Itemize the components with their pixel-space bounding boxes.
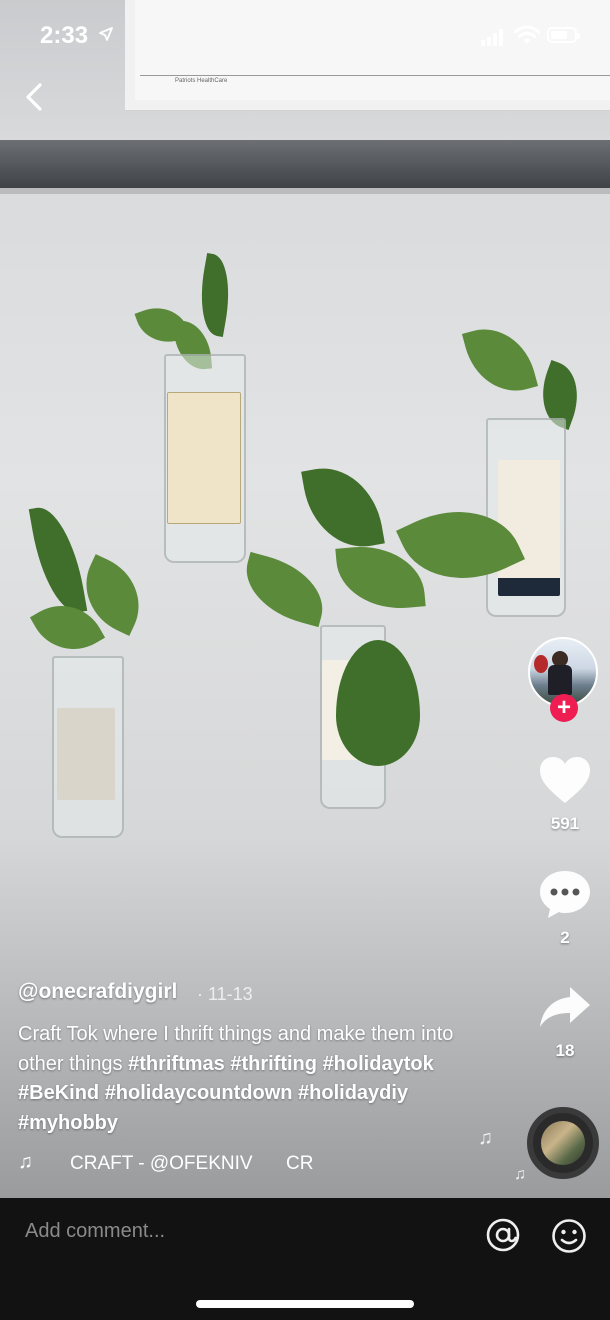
hashtag[interactable]: #holidaycountdown bbox=[105, 1082, 293, 1104]
video-glass-label bbox=[57, 708, 115, 800]
music-note-icon: ♫ bbox=[478, 1127, 493, 1149]
comment-input[interactable]: Add comment... bbox=[25, 1220, 165, 1243]
music-note-icon: ♫ bbox=[514, 1166, 526, 1183]
like-heart-icon[interactable] bbox=[538, 755, 592, 805]
wifi-icon bbox=[514, 25, 540, 44]
follow-button[interactable]: + bbox=[550, 694, 578, 722]
like-count: 591 bbox=[550, 814, 580, 833]
comment-bubble-icon[interactable] bbox=[538, 868, 592, 920]
video-fridge-edge bbox=[0, 140, 610, 188]
battery-icon bbox=[547, 27, 580, 43]
status-bar: 2:33 bbox=[0, 0, 610, 70]
video-paper-text: Patriots HealthCare bbox=[175, 78, 228, 84]
post-caption: Craft Tok where I thrift things and make… bbox=[18, 1020, 478, 1138]
emoji-icon[interactable] bbox=[551, 1218, 587, 1254]
post-date: · 11-13 bbox=[197, 984, 253, 1004]
share-count: 18 bbox=[555, 1041, 575, 1060]
video-glass-label bbox=[498, 460, 560, 596]
video-leaf bbox=[193, 253, 237, 337]
music-ticker[interactable]: ♫ CRAFT - @OFEKNIV CR bbox=[18, 1151, 318, 1179]
signal-icon bbox=[481, 28, 505, 46]
hashtag[interactable]: #thriftmas bbox=[128, 1053, 225, 1075]
video-leaf bbox=[461, 318, 539, 402]
video-player[interactable]: Patriots HealthCare bbox=[0, 0, 610, 1198]
video-glass-label bbox=[167, 392, 241, 524]
video-fridge-lip bbox=[0, 188, 610, 194]
hashtag[interactable]: #thrifting bbox=[230, 1053, 317, 1075]
hashtag[interactable]: #holidaydiy bbox=[298, 1082, 408, 1104]
video-leaf bbox=[28, 502, 88, 618]
music-disc[interactable] bbox=[527, 1107, 599, 1179]
hashtag[interactable]: #BeKind bbox=[18, 1082, 99, 1104]
video-leaf bbox=[301, 459, 385, 556]
video-paper-line bbox=[140, 75, 610, 76]
video-leaf bbox=[236, 551, 333, 628]
music-title-repeat: CR bbox=[286, 1153, 314, 1174]
music-note-icon: ♫ bbox=[18, 1151, 33, 1173]
hashtag[interactable]: #holidaytok bbox=[323, 1053, 434, 1075]
mention-at-icon[interactable] bbox=[486, 1218, 520, 1252]
comment-count: 2 bbox=[560, 928, 570, 947]
hashtag[interactable]: #myhobby bbox=[18, 1112, 118, 1134]
home-indicator bbox=[196, 1300, 414, 1308]
music-title: CRAFT - @OFEKNIV bbox=[70, 1153, 253, 1174]
share-arrow-icon[interactable] bbox=[538, 985, 592, 1029]
status-time: 2:33 bbox=[40, 22, 89, 49]
location-arrow-icon bbox=[99, 27, 113, 41]
back-button[interactable] bbox=[20, 80, 54, 114]
creator-username[interactable]: @onecrafdiygirl bbox=[18, 980, 177, 1004]
